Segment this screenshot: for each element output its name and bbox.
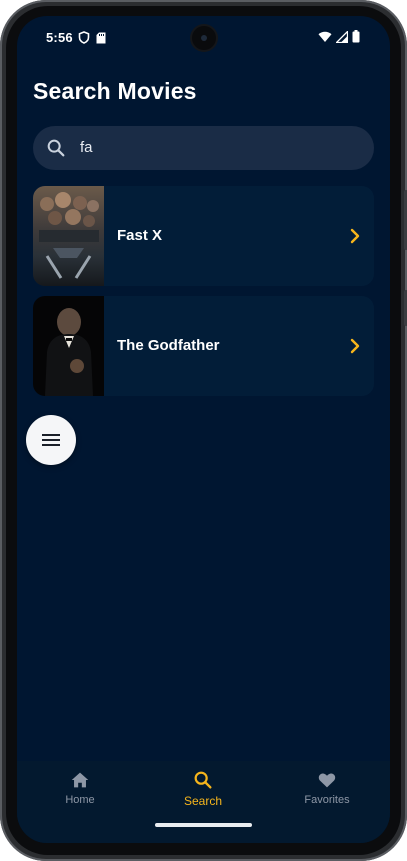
bottom-navigation: Home Search Favorites [17, 761, 390, 843]
nav-label-search: Search [183, 794, 223, 808]
movie-poster-the-godfather [33, 296, 104, 396]
heart-icon [318, 773, 336, 788]
signal-icon [336, 30, 348, 43]
battery-icon [352, 30, 360, 43]
nav-label-favorites: Favorites [304, 794, 350, 806]
nav-item-search[interactable]: Search [141, 761, 265, 821]
movie-title: Fast X [117, 227, 163, 244]
nav-item-favorites[interactable]: Favorites [265, 761, 389, 821]
search-input[interactable]: fa [33, 126, 374, 170]
status-time: 5:56 [46, 30, 73, 45]
phone-frame: 5:56 Search Movies fa Fast X The Godfath… [0, 0, 407, 861]
chevron-right-icon [350, 228, 360, 244]
status-left-icons [78, 31, 106, 44]
nav-label-home: Home [65, 794, 95, 806]
movie-poster-fast-x [33, 186, 104, 286]
movie-title: The Godfather [117, 337, 220, 354]
search-icon [194, 771, 212, 789]
movie-result-the-godfather[interactable]: The Godfather [33, 296, 374, 396]
front-camera [192, 26, 216, 50]
gesture-home-indicator[interactable] [155, 823, 252, 827]
status-bar: 5:56 [17, 16, 390, 60]
home-icon [71, 772, 89, 788]
status-right-icons [318, 30, 360, 43]
sd-card-icon [96, 32, 106, 43]
app-screen: 5:56 Search Movies fa Fast X The Godfath… [17, 16, 390, 843]
search-query-text[interactable]: fa [80, 139, 93, 156]
search-icon [47, 139, 65, 157]
wifi-icon [318, 31, 332, 42]
menu-icon [42, 434, 60, 446]
nav-item-home[interactable]: Home [18, 761, 142, 821]
chevron-right-icon [350, 338, 360, 354]
menu-fab-button[interactable] [26, 415, 76, 465]
movie-result-fast-x[interactable]: Fast X [33, 186, 374, 286]
page-title: Search Movies [33, 78, 197, 104]
shield-icon [78, 31, 90, 44]
